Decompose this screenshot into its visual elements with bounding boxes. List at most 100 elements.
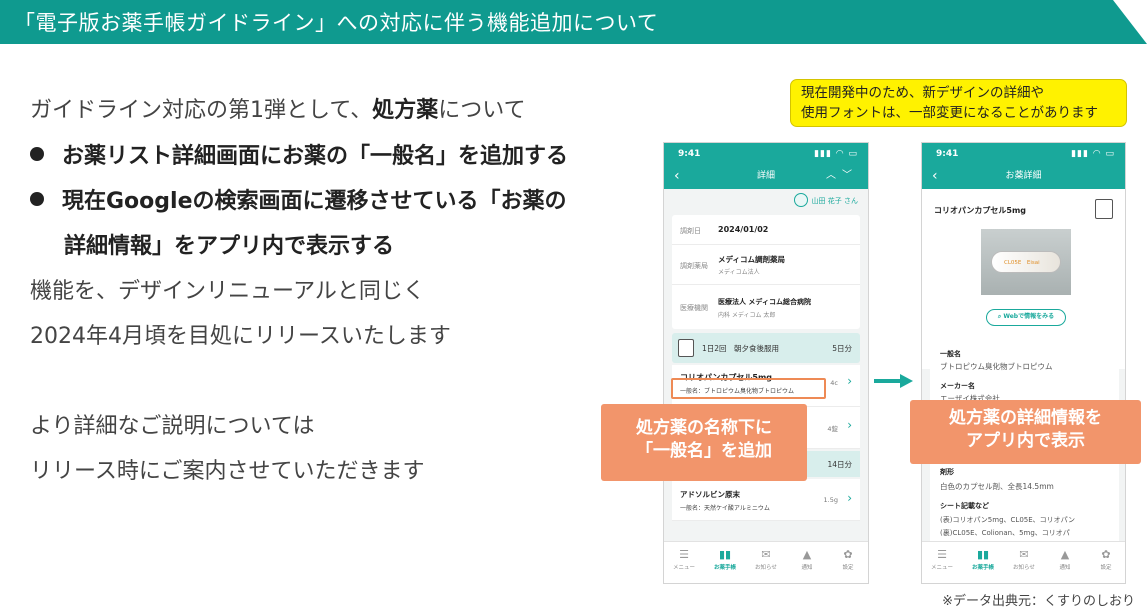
paragraph-1: 機能を、デザインリニューアルと同じく [30,279,425,304]
callout2-line1: 処方薬の詳細情報を [949,408,1102,428]
bullet-text-1: お薬リスト詳細画面にお薬の「一般名」を追加する [62,144,569,169]
info-row-hospital: 医療機関 医療法人 メディコム総合病院 内科 メディコム 太郎 [672,285,860,329]
tab-alerts[interactable]: ▲ 通知 [1047,548,1083,571]
tab-settings[interactable]: ✿ 設定 [1088,548,1124,571]
bullet-dot-icon [30,192,44,206]
back-chevron-icon[interactable]: ‹ [932,165,938,187]
medicine-qty: 4c [830,379,838,387]
medicine-generic-name: 一般名：天然ケイ酸アルミニウム [680,505,770,512]
tab-alerts[interactable]: ▲ 通知 [789,548,825,571]
user-row: 山田 花子 さん [664,189,868,215]
dosage-header: 1日2回 朝夕食後服用 5日分 [672,333,860,363]
slide-header: 「電子版お薬手帳ガイドライン」への対応に伴う機能追加について [0,0,1147,44]
chevron-right-icon[interactable]: › [847,418,852,432]
notice-line-2: 使用フォントは、一部変更になることがあります [801,105,1098,121]
user-name[interactable]: 山田 花子 さん [812,196,858,206]
info-sub: メディコム法人 [718,269,760,276]
bullet-text-2: 現在Googleの検索画面に遷移させている「お薬の [62,189,567,214]
nav-title: 詳細 [756,171,775,181]
nav-bar: ‹ 詳細 ︿﹀ [664,165,868,189]
nav-bar: ‹ お薬詳細 [922,165,1125,189]
data-source-credit: ※データ出典元：くすりのしおり [942,594,1135,609]
medicine-qty: 1.5g [823,496,838,504]
medicine-qty: 4錠 [827,425,838,433]
info-value: メディコム調剤薬局 [718,255,785,264]
tab-settings[interactable]: ✿ 設定 [830,548,866,571]
generic-value: ブトロピウム臭化物ブトロピウム [940,362,1053,371]
info-row-date: 調剤日 2024/01/02 [672,215,860,245]
intro-post: について [438,98,526,123]
medicine-bag-icon [678,339,694,357]
prescription-info-card: 調剤日 2024/01/02 調剤薬局 メディコム調剤薬局 メディコム法人 医療… [672,215,860,329]
medicine-name: アドソルビン原末 [680,490,740,499]
paragraph-3: より詳細なご説明については [30,414,315,439]
callout-detail-info: 処方薬の詳細情報を アプリ内で表示 [910,400,1141,464]
info-label: 調剤日 [680,227,701,235]
bell-icon: ▲ [1060,548,1070,561]
capsule-image: CL05E Eisai [991,251,1061,273]
gear-icon: ✿ [843,548,853,561]
info-label: 調剤薬局 [680,262,708,270]
intro-bold: 処方薬 [372,98,439,123]
tab-notifications[interactable]: ✉ お知らせ [1006,548,1042,571]
web-info-button[interactable]: ⌕ Webで情報をみる [986,309,1066,326]
shape-label: 剤形 [940,468,954,476]
generic-name-highlight [671,378,826,399]
status-bar: 9:41 ▮▮▮ ◠ ▭ [664,143,868,165]
nav-title: お薬詳細 [1005,171,1042,181]
slide-title: 「電子版お薬手帳ガイドライン」への対応に伴う機能追加について [14,11,659,35]
generic-label: 一般名 [940,350,961,358]
drug-name: コリオパンカプセル5mg [934,206,1027,215]
tab-menu[interactable]: ☰ メニュー [924,548,960,571]
dosage-days: 5日分 [832,344,852,353]
status-bar: 9:41 ▮▮▮ ◠ ▭ [922,143,1125,165]
signal-wifi-battery-icon: ▮▮▮ ◠ ▭ [1071,149,1115,159]
shape-value: 白色のカプセル剤、全長14.5mm [940,482,1054,491]
bullet-dot-icon [30,147,44,161]
bell-icon: ▲ [802,548,812,561]
chevron-right-icon[interactable]: › [847,491,852,505]
medicine-item-3[interactable]: アドソルビン原末 一般名：天然ケイ酸アルミニウム 1.5g › [672,479,860,521]
tab-notebook[interactable]: ▮▮ お薬手帳 [707,548,743,571]
status-time: 9:41 [678,149,701,159]
phone-mockup-list-detail: 9:41 ▮▮▮ ◠ ▭ ‹ 詳細 ︿﹀ 山田 花子 さん 調剤日 2024/0… [663,142,869,584]
maker-label: メーカー名 [940,382,975,390]
callout2-line2: アプリ内で表示 [966,431,1085,451]
up-down-chevron-icon[interactable]: ︿﹀ [826,165,858,187]
dosage-days: 14日分 [827,460,852,469]
drug-photo: CL05E Eisai [981,229,1071,295]
development-notice: 現在開発中のため、新デザインの詳細や 使用フォントは、一部変更になることがありま… [790,79,1127,127]
info-label: 医療機関 [680,304,708,312]
phone-mockup-drug-detail: 9:41 ▮▮▮ ◠ ▭ ‹ お薬詳細 コリオパンカプセル5mg CL05E E… [921,142,1126,584]
callout-generic-name: 処方薬の名称下に 「一般名」を追加 [601,404,807,481]
tab-menu[interactable]: ☰ メニュー [666,548,702,571]
arrow-head [900,374,913,388]
header-corner-decoration [1113,0,1147,44]
info-value: 2024/01/02 [718,225,769,234]
callout1-line1: 処方薬の名称下に [636,418,772,438]
intro-pre: ガイドライン対応の第1弾として、 [30,98,373,123]
mail-icon: ✉ [1019,548,1029,561]
bullet-item-1: お薬リスト詳細画面にお薬の「一般名」を追加する [30,138,568,170]
tab-bar: ☰ メニュー ▮▮ お薬手帳 ✉ お知らせ ▲ 通知 ✿ 設定 [922,541,1125,583]
info-sub: 内科 メディコム 太郎 [718,312,776,319]
book-icon: ▮▮ [976,548,990,561]
info-value: 医療法人 メディコム総合病院 [718,298,811,306]
bullet-item-2: 現在Googleの検索画面に遷移させている「お薬の [30,183,567,215]
book-icon: ▮▮ [718,548,732,561]
hamburger-icon: ☰ [937,548,947,561]
dosage-text: 1日2回 朝夕食後服用 [702,344,780,353]
notice-line-1: 現在開発中のため、新デザインの詳細や [801,85,1044,101]
tab-bar: ☰ メニュー ▮▮ お薬手帳 ✉ お知らせ ▲ 通知 ✿ 設定 [664,541,868,583]
arrow-right-icon [874,379,902,383]
tab-notifications[interactable]: ✉ お知らせ [748,548,784,571]
medicine-bag-icon [1095,199,1113,219]
capsule-imprint: CL05E Eisai [1004,260,1040,266]
chevron-right-icon[interactable]: › [847,374,852,388]
imprint-value-1: (表)コリオパン5mg、CL05E、コリオパン [940,516,1075,524]
paragraph-2: 2024年4月頃を目処にリリースいたします [30,324,451,349]
tab-notebook[interactable]: ▮▮ お薬手帳 [965,548,1001,571]
signal-wifi-battery-icon: ▮▮▮ ◠ ▭ [814,149,858,159]
intro-line: ガイドライン対応の第1弾として、処方薬について [30,92,526,124]
back-chevron-icon[interactable]: ‹ [674,165,680,187]
